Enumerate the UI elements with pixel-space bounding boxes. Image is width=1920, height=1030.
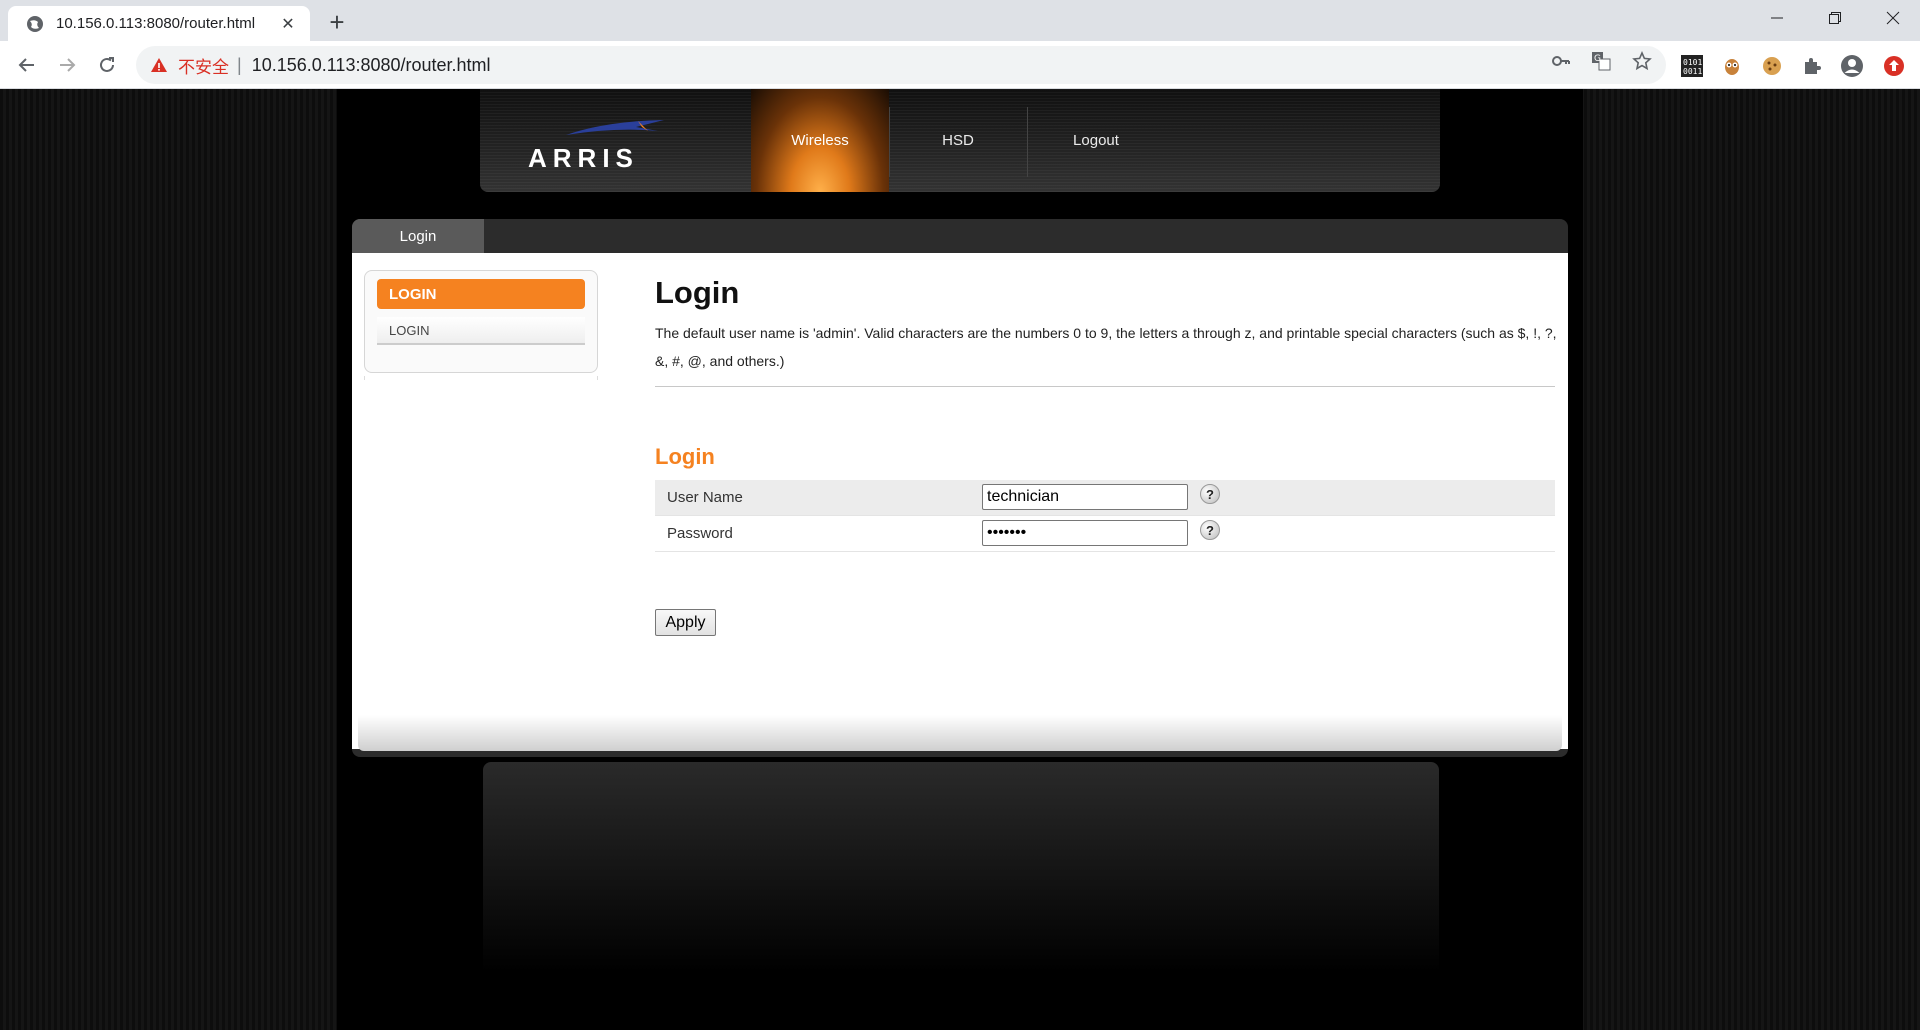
tab-close-icon[interactable]: ✕ [278,14,298,34]
svg-text:0011: 0011 [1683,67,1702,76]
panel-tab-login[interactable]: Login [352,219,484,253]
key-icon[interactable] [1550,50,1572,72]
router-header: ARRIS Wireless HSD Logout [480,89,1440,192]
nav-logout[interactable]: Logout [1027,89,1165,192]
update-icon[interactable] [1882,54,1906,78]
svg-text:G: G [1594,54,1601,64]
cookie-icon[interactable] [1760,54,1784,78]
page-viewport: ARRIS Wireless HSD Logout Login LOGIN LO… [0,89,1920,1030]
password-label: Password [667,525,733,542]
translate-icon[interactable]: G [1590,50,1612,72]
browser-toolbar: 不安全 | 10.156.0.113:8080/router.html G 01… [0,41,1920,89]
username-label: User Name [667,489,743,506]
browser-tab[interactable]: 10.156.0.113:8080/router.html ✕ [8,6,310,41]
sidebar-heading[interactable]: LOGIN [377,279,585,309]
form-row-password: Password ? [655,516,1555,552]
warning-icon [150,56,168,74]
binary-extension-icon[interactable]: 0101 0011 [1680,54,1704,78]
owl-extension-icon[interactable] [1720,54,1744,78]
url-separator: | [237,54,242,75]
sidebar-item-login[interactable]: LOGIN [377,317,585,345]
window-close-icon[interactable] [1864,0,1920,36]
password-input[interactable] [982,520,1188,546]
globe-icon [26,15,44,33]
password-help-icon[interactable]: ? [1200,520,1220,540]
reload-icon[interactable] [92,50,122,80]
bookmark-star-icon[interactable] [1631,50,1653,72]
form-row-username: User Name ? [655,480,1555,516]
minimize-icon[interactable] [1748,0,1806,36]
page-description: The default user name is 'admin'. Valid … [655,325,1557,369]
svg-text:0101: 0101 [1683,58,1702,67]
apply-button[interactable]: Apply [655,609,716,636]
insecure-label[interactable]: 不安全 [178,53,229,78]
new-tab-icon[interactable]: + [322,7,352,37]
page-footer-box [483,762,1439,972]
nav-hsd[interactable]: HSD [889,89,1027,192]
section-title: Login [655,444,715,469]
sidebar-underline [364,376,598,380]
url-text[interactable]: 10.156.0.113:8080/router.html [252,55,491,76]
profile-avatar-icon[interactable] [1840,54,1864,78]
username-input[interactable] [982,484,1188,510]
nav-wireless[interactable]: Wireless [751,89,889,192]
divider [655,386,1555,387]
address-bar[interactable]: 不安全 | 10.156.0.113:8080/router.html [136,46,1666,84]
username-help-icon[interactable]: ? [1200,484,1220,504]
tab-title: 10.156.0.113:8080/router.html [56,15,256,32]
extensions-puzzle-icon[interactable] [1800,54,1824,78]
forward-icon[interactable] [52,50,82,80]
page-title: Login [655,275,740,310]
content-footer-bar [358,715,1562,751]
back-icon[interactable] [12,50,42,80]
restore-icon[interactable] [1806,0,1864,36]
arris-logo-text: ARRIS [528,143,639,173]
sidebar-menu: LOGIN LOGIN [364,270,598,373]
browser-tab-strip: 10.156.0.113:8080/router.html ✕ + [0,0,1920,41]
